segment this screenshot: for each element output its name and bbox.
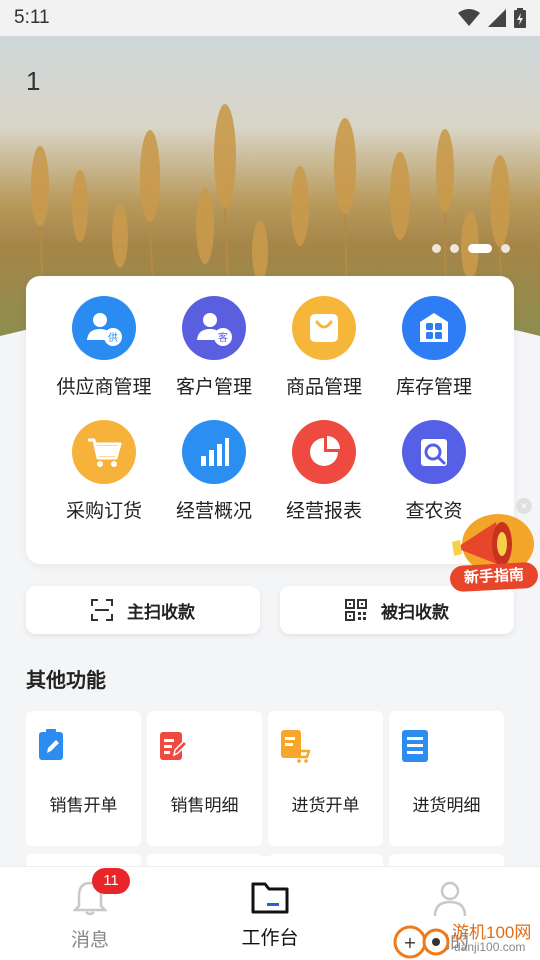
function-label: 销售开单 [49, 796, 118, 815]
svg-text:供: 供 [108, 331, 118, 344]
product-bag-icon [292, 296, 356, 360]
bar-chart-icon [182, 420, 246, 484]
grid-item-supplier[interactable]: 供 供应商管理 [43, 296, 165, 399]
user-icon [433, 881, 467, 917]
main-scan-label: 主扫收款 [127, 602, 195, 622]
cart-document-icon [281, 730, 310, 763]
beginner-guide-button[interactable]: × 新手指南 [442, 498, 539, 593]
tab-workbench-label: 工作台 [241, 928, 299, 949]
passive-scan-label: 被扫收款 [381, 602, 449, 622]
function-label: 进货开单 [291, 796, 360, 815]
passive-scan-button[interactable]: 被扫收款 [280, 586, 514, 634]
grid-item-label: 经营概况 [175, 501, 252, 522]
status-icons [458, 8, 526, 28]
watermark: + 游机100网 danji100.com [392, 916, 540, 960]
carousel-dot-active[interactable] [468, 244, 492, 253]
grid-item-label: 库存管理 [395, 377, 472, 398]
section-title-other-functions: 其他功能 [26, 670, 106, 692]
grid-item-label: 客户管理 [175, 377, 252, 398]
grid-item-overview[interactable]: 经营概况 [153, 420, 275, 523]
carousel-dot[interactable] [450, 244, 459, 253]
grid-item-report[interactable]: 经营报表 [263, 420, 385, 523]
battery-icon [514, 8, 526, 28]
status-bar: 5:11 [0, 0, 540, 36]
tab-messages[interactable]: 11 消息 [30, 868, 150, 952]
grid-item-label: 采购订货 [65, 501, 142, 522]
grid-item-product[interactable]: 商品管理 [263, 296, 385, 399]
svg-text:+: + [403, 933, 416, 952]
wifi-icon [458, 9, 480, 26]
function-purchase-detail[interactable]: 进货明细 [389, 711, 504, 846]
svg-text:客: 客 [218, 331, 228, 344]
main-scan-button[interactable]: 主扫收款 [26, 586, 260, 634]
carousel-dots [432, 244, 510, 253]
shopping-cart-icon [72, 420, 136, 484]
main-function-card: 供 供应商管理 客 客户管理 商品管理 库存管理 采购订货 经营概况 经营报表 … [26, 276, 514, 564]
pie-chart-icon [292, 420, 356, 484]
grid-item-purchase[interactable]: 采购订货 [43, 420, 165, 523]
grid-item-label: 供应商管理 [56, 377, 152, 398]
function-label: 销售明细 [170, 796, 239, 815]
banner-index: 1 [26, 66, 41, 96]
messages-badge: 11 [92, 868, 130, 894]
customer-icon: 客 [182, 296, 246, 360]
supplier-icon: 供 [72, 296, 136, 360]
inventory-icon [402, 296, 466, 360]
qr-code-icon [345, 599, 367, 621]
function-label: 进货明细 [412, 796, 481, 815]
grid-item-inventory[interactable]: 库存管理 [373, 296, 495, 399]
edit-document-icon [39, 729, 63, 760]
watermark-logo: + [393, 925, 450, 959]
function-purchase-order[interactable]: 进货开单 [268, 711, 383, 846]
tab-messages-label: 消息 [70, 930, 109, 951]
list-document-icon [402, 730, 428, 762]
grid-item-label: 经营报表 [285, 501, 362, 522]
status-time: 5:11 [14, 7, 50, 28]
signal-icon [488, 9, 506, 27]
search-document-icon [402, 420, 466, 484]
grid-item-customer[interactable]: 客 客户管理 [153, 296, 275, 399]
function-sales-order[interactable]: 销售开单 [26, 711, 141, 846]
function-sales-detail[interactable]: 销售明细 [147, 711, 262, 846]
folder-icon [251, 882, 289, 914]
list-edit-icon [160, 732, 189, 760]
beginner-guide-label: 新手指南 [449, 561, 539, 593]
carousel-dot[interactable] [432, 244, 441, 253]
grid-item-label: 商品管理 [285, 377, 362, 398]
tab-workbench[interactable]: 工作台 [210, 880, 330, 950]
watermark-url: danji100.com [454, 940, 526, 954]
scan-frame-icon [91, 599, 113, 621]
carousel-dot[interactable] [501, 244, 510, 253]
